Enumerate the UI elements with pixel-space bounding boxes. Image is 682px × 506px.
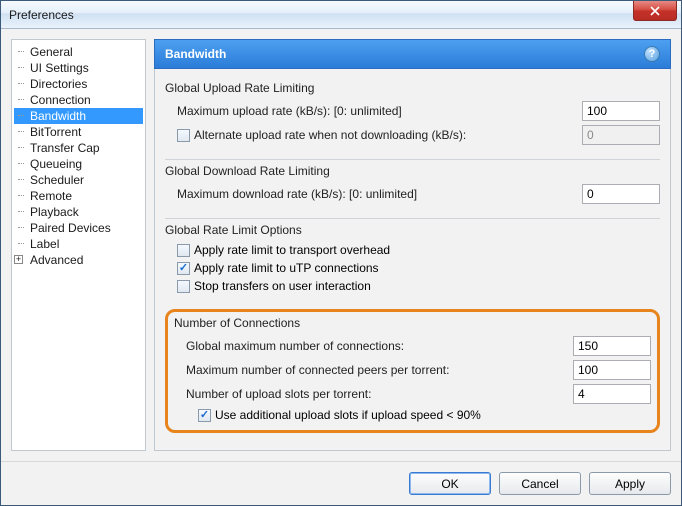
tree-item-advanced[interactable]: Advanced <box>14 252 143 268</box>
dialog-body: GeneralUI SettingsDirectoriesConnectionB… <box>1 29 681 461</box>
apply-button[interactable]: Apply <box>589 472 671 495</box>
group-title-connections: Number of Connections <box>174 316 651 330</box>
group-title-download: Global Download Rate Limiting <box>165 164 660 178</box>
tree-item-remote[interactable]: Remote <box>14 188 143 204</box>
input-global-max-conn[interactable] <box>573 336 651 356</box>
tree-item-bandwidth[interactable]: Bandwidth <box>14 108 143 124</box>
checkbox-transport-overhead[interactable] <box>177 244 190 257</box>
tree-item-paired-devices[interactable]: Paired Devices <box>14 220 143 236</box>
label-extra-slots: Use additional upload slots if upload sp… <box>215 408 481 422</box>
label-max-upload: Maximum upload rate (kB/s): [0: unlimite… <box>165 104 582 118</box>
group-title-rate-options: Global Rate Limit Options <box>165 223 660 237</box>
input-max-download[interactable] <box>582 184 660 204</box>
panel-title: Bandwidth <box>165 47 226 61</box>
tree-item-scheduler[interactable]: Scheduler <box>14 172 143 188</box>
label-upload-slots: Number of upload slots per torrent: <box>174 387 573 401</box>
tree-item-label[interactable]: Label <box>14 236 143 252</box>
cancel-button[interactable]: Cancel <box>499 472 581 495</box>
group-upload: Global Upload Rate Limiting Maximum uplo… <box>165 77 660 155</box>
label-max-download: Maximum download rate (kB/s): [0: unlimi… <box>165 187 582 201</box>
group-connections-highlight: Number of Connections Global maximum num… <box>165 309 660 433</box>
checkbox-extra-slots[interactable] <box>198 409 211 422</box>
dialog-footer: OK Cancel Apply <box>1 461 681 505</box>
close-button[interactable] <box>633 1 677 21</box>
tree-item-directories[interactable]: Directories <box>14 76 143 92</box>
tree-item-transfer-cap[interactable]: Transfer Cap <box>14 140 143 156</box>
group-download: Global Download Rate Limiting Maximum do… <box>165 159 660 214</box>
input-upload-slots[interactable] <box>573 384 651 404</box>
label-stop-interaction: Stop transfers on user interaction <box>194 279 371 293</box>
input-max-upload[interactable] <box>582 101 660 121</box>
tree-item-general[interactable]: General <box>14 44 143 60</box>
label-peers-per-torrent: Maximum number of connected peers per to… <box>174 363 573 377</box>
label-utp: Apply rate limit to uTP connections <box>194 261 379 275</box>
ok-button[interactable]: OK <box>409 472 491 495</box>
window-title: Preferences <box>9 8 74 22</box>
help-icon[interactable]: ? <box>644 46 660 62</box>
label-transport-overhead: Apply rate limit to transport overhead <box>194 243 390 257</box>
tree-item-ui-settings[interactable]: UI Settings <box>14 60 143 76</box>
tree-item-bittorrent[interactable]: BitTorrent <box>14 124 143 140</box>
close-icon <box>650 6 660 16</box>
label-alt-upload: Alternate upload rate when not downloadi… <box>190 128 582 142</box>
checkbox-utp[interactable] <box>177 262 190 275</box>
tree-item-playback[interactable]: Playback <box>14 204 143 220</box>
panel-header: Bandwidth ? <box>154 39 671 69</box>
tree-item-connection[interactable]: Connection <box>14 92 143 108</box>
preferences-window: Preferences GeneralUI SettingsDirectorie… <box>0 0 682 506</box>
input-peers-per-torrent[interactable] <box>573 360 651 380</box>
input-alt-upload <box>582 125 660 145</box>
group-title-upload: Global Upload Rate Limiting <box>165 81 660 95</box>
label-global-max-conn: Global maximum number of connections: <box>174 339 573 353</box>
panel-body: Global Upload Rate Limiting Maximum uplo… <box>154 69 671 451</box>
titlebar: Preferences <box>1 1 681 29</box>
tree-item-queueing[interactable]: Queueing <box>14 156 143 172</box>
checkbox-stop-interaction[interactable] <box>177 280 190 293</box>
checkbox-alt-upload[interactable] <box>177 129 190 142</box>
category-tree: GeneralUI SettingsDirectoriesConnectionB… <box>11 39 146 451</box>
settings-panel: Bandwidth ? Global Upload Rate Limiting … <box>154 39 671 451</box>
group-rate-options: Global Rate Limit Options Apply rate lim… <box>165 218 660 303</box>
